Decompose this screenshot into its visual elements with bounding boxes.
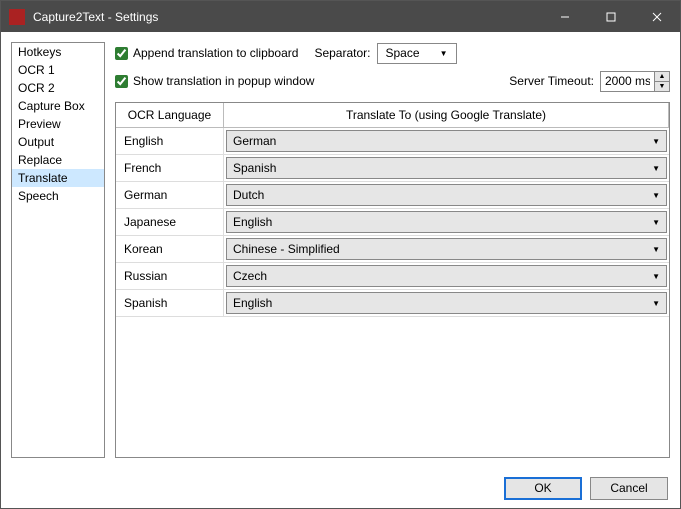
spinner-up-button[interactable]: ▲ xyxy=(655,72,669,82)
chevron-down-icon: ▼ xyxy=(652,299,660,308)
cancel-button[interactable]: Cancel xyxy=(590,477,668,500)
popup-window-label: Show translation in popup window xyxy=(133,74,314,88)
ok-button[interactable]: OK xyxy=(504,477,582,500)
sidebar-item-hotkeys[interactable]: Hotkeys xyxy=(12,43,104,61)
translate-to-value: Czech xyxy=(233,269,267,283)
minimize-button[interactable] xyxy=(542,1,588,32)
chevron-down-icon: ▼ xyxy=(652,218,660,227)
sidebar-item-replace[interactable]: Replace xyxy=(12,151,104,169)
append-clipboard-input[interactable] xyxy=(115,47,128,60)
translate-to-combo[interactable]: English ▼ xyxy=(226,292,667,314)
app-icon xyxy=(9,9,25,25)
ocr-language-cell: Japanese xyxy=(116,209,224,235)
translate-to-cell: German ▼ xyxy=(224,128,669,154)
translate-to-cell: Czech ▼ xyxy=(224,263,669,289)
column-header-translate-to: Translate To (using Google Translate) xyxy=(224,103,669,127)
translate-to-combo[interactable]: English ▼ xyxy=(226,211,667,233)
translate-to-value: English xyxy=(233,215,272,229)
translate-to-combo[interactable]: Czech ▼ xyxy=(226,265,667,287)
append-clipboard-checkbox[interactable]: Append translation to clipboard xyxy=(115,46,298,60)
translate-to-combo[interactable]: Spanish ▼ xyxy=(226,157,667,179)
chevron-down-icon: ▼ xyxy=(652,245,660,254)
ocr-language-cell: Spanish xyxy=(116,290,224,316)
ocr-language-cell: Korean xyxy=(116,236,224,262)
translate-to-combo[interactable]: German ▼ xyxy=(226,130,667,152)
table-row: Russian Czech ▼ xyxy=(116,263,669,290)
sidebar-item-ocr-2[interactable]: OCR 2 xyxy=(12,79,104,97)
spinner-down-button[interactable]: ▼ xyxy=(655,82,669,91)
translate-to-cell: English ▼ xyxy=(224,290,669,316)
sidebar-item-translate[interactable]: Translate xyxy=(12,169,104,187)
translate-to-cell: Spanish ▼ xyxy=(224,155,669,181)
translate-to-combo[interactable]: Chinese - Simplified ▼ xyxy=(226,238,667,260)
dialog-footer: OK Cancel xyxy=(1,468,680,508)
separator-value: Space xyxy=(386,46,420,60)
ocr-language-cell: French xyxy=(116,155,224,181)
translate-to-value: Spanish xyxy=(233,161,276,175)
translate-to-value: Chinese - Simplified xyxy=(233,242,340,256)
chevron-down-icon: ▼ xyxy=(652,191,660,200)
chevron-down-icon: ▼ xyxy=(652,164,660,173)
server-timeout-spinner[interactable]: ▲ ▼ xyxy=(600,71,670,92)
table-row: French Spanish ▼ xyxy=(116,155,669,182)
chevron-down-icon: ▼ xyxy=(652,137,660,146)
popup-window-checkbox[interactable]: Show translation in popup window xyxy=(115,74,314,88)
translate-table: OCR Language Translate To (using Google … xyxy=(115,102,670,458)
translate-to-cell: Dutch ▼ xyxy=(224,182,669,208)
column-header-ocr-language: OCR Language xyxy=(116,103,224,127)
server-timeout-label: Server Timeout: xyxy=(509,74,594,88)
sidebar-item-speech[interactable]: Speech xyxy=(12,187,104,205)
table-row: Spanish English ▼ xyxy=(116,290,669,317)
translate-to-value: English xyxy=(233,296,272,310)
table-row: German Dutch ▼ xyxy=(116,182,669,209)
translate-to-combo[interactable]: Dutch ▼ xyxy=(226,184,667,206)
append-clipboard-label: Append translation to clipboard xyxy=(133,46,298,60)
settings-sidebar[interactable]: HotkeysOCR 1OCR 2Capture BoxPreviewOutpu… xyxy=(11,42,105,458)
translate-to-cell: Chinese - Simplified ▼ xyxy=(224,236,669,262)
ocr-language-cell: English xyxy=(116,128,224,154)
sidebar-item-ocr-1[interactable]: OCR 1 xyxy=(12,61,104,79)
window-controls xyxy=(542,1,680,32)
sidebar-item-capture-box[interactable]: Capture Box xyxy=(12,97,104,115)
maximize-button[interactable] xyxy=(588,1,634,32)
separator-combo[interactable]: Space ▼ xyxy=(377,43,457,64)
translate-to-value: German xyxy=(233,134,276,148)
sidebar-item-output[interactable]: Output xyxy=(12,133,104,151)
translate-to-cell: English ▼ xyxy=(224,209,669,235)
sidebar-item-preview[interactable]: Preview xyxy=(12,115,104,133)
popup-window-input[interactable] xyxy=(115,75,128,88)
window-title: Capture2Text - Settings xyxy=(33,10,542,24)
translate-panel: Append translation to clipboard Separato… xyxy=(115,42,670,458)
separator-label: Separator: xyxy=(314,46,370,60)
chevron-down-icon: ▼ xyxy=(440,49,448,58)
translate-to-value: Dutch xyxy=(233,188,264,202)
server-timeout-input[interactable] xyxy=(600,71,654,92)
chevron-down-icon: ▼ xyxy=(652,272,660,281)
table-row: English German ▼ xyxy=(116,128,669,155)
close-button[interactable] xyxy=(634,1,680,32)
ocr-language-cell: German xyxy=(116,182,224,208)
table-row: Japanese English ▼ xyxy=(116,209,669,236)
table-row: Korean Chinese - Simplified ▼ xyxy=(116,236,669,263)
window-titlebar: Capture2Text - Settings xyxy=(1,1,680,32)
ocr-language-cell: Russian xyxy=(116,263,224,289)
